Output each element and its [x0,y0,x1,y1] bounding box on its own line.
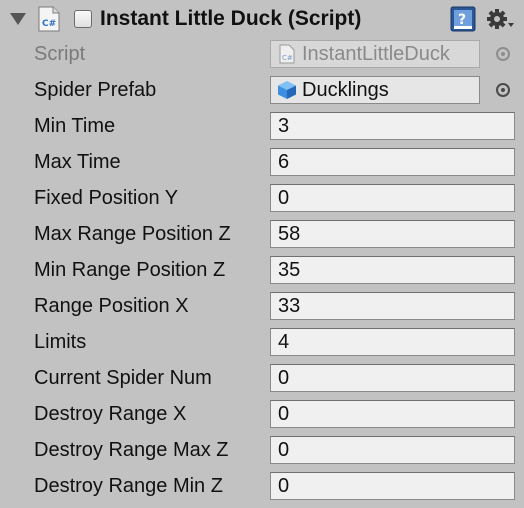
field-row: Destroy Range X 0 [0,396,524,432]
svg-text:C#: C# [42,19,56,29]
spider-prefab-row: Spider Prefab Ducklings [0,72,524,108]
help-book-icon[interactable]: ? [450,6,476,32]
destroy-range-min-z-input[interactable]: 0 [270,472,515,500]
max-time-input[interactable]: 6 [270,148,515,176]
gear-icon[interactable] [486,8,516,32]
svg-text:C#: C# [282,54,293,62]
field-label: Destroy Range Max Z [34,439,229,461]
field-label: Current Spider Num [34,367,212,389]
triangle-down-icon[interactable] [10,13,26,25]
script-row: Script C# InstantLittleDuck [0,36,524,72]
field-label: Limits [34,331,87,353]
field-row: Max Time 6 [0,144,524,180]
min-time-input[interactable]: 3 [270,112,515,140]
prefab-cube-icon [278,81,296,99]
field-label: Range Position X [34,295,189,317]
field-label: Destroy Range Min Z [34,475,223,497]
current-spider-num-input[interactable]: 0 [270,364,515,392]
field-row: Max Range Position Z 58 [0,216,524,252]
component-title: Instant Little Duck (Script) [100,7,362,30]
field-row: Min Range Position Z 35 [0,252,524,288]
spider-prefab-label: Spider Prefab [34,79,157,101]
field-label: Fixed Position Y [34,187,179,209]
cs-script-icon: C# [279,44,295,64]
script-object-field: C# InstantLittleDuck [270,40,480,68]
min-range-position-z-input[interactable]: 35 [270,256,515,284]
component-header: C# Instant Little Duck (Script) ? [0,0,524,38]
cs-script-icon: C# [38,6,60,32]
inspector-component-panel: C# Instant Little Duck (Script) ? Script [0,0,524,508]
limits-input[interactable]: 4 [270,328,515,356]
field-label: Destroy Range X [34,403,187,425]
script-label: Script [34,43,86,65]
field-label: Min Time [34,115,116,137]
field-row: Current Spider Num 0 [0,360,524,396]
destroy-range-max-z-input[interactable]: 0 [270,436,515,464]
field-row: Range Position X 33 [0,288,524,324]
fixed-position-y-input[interactable]: 0 [270,184,515,212]
object-picker-icon[interactable] [496,83,510,97]
max-range-position-z-input[interactable]: 58 [270,220,515,248]
field-row: Destroy Range Max Z 0 [0,432,524,468]
object-picker-icon [496,47,510,61]
field-label: Max Time [34,151,121,173]
field-row: Destroy Range Min Z 0 [0,468,524,504]
field-label: Max Range Position Z [34,223,231,245]
range-position-x-input[interactable]: 33 [270,292,515,320]
destroy-range-x-input[interactable]: 0 [270,400,515,428]
field-row: Fixed Position Y 0 [0,180,524,216]
field-row: Limits 4 [0,324,524,360]
spider-prefab-object-field[interactable]: Ducklings [270,76,480,104]
field-label: Min Range Position Z [34,259,226,281]
spider-prefab-value: Ducklings [302,79,389,101]
script-field-value: InstantLittleDuck [302,43,450,65]
component-enable-checkbox[interactable] [74,10,92,28]
svg-text:?: ? [458,12,466,28]
field-row: Min Time 3 [0,108,524,144]
